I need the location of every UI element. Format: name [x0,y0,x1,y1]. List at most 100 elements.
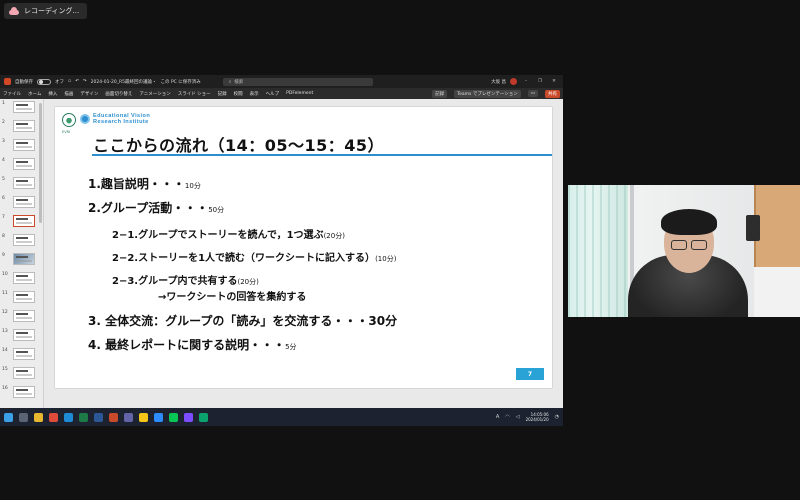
edge-icon[interactable] [64,412,73,422]
slide-thumbnail-active[interactable]: 7 [0,213,43,232]
volume-icon[interactable]: ◁ [516,414,520,420]
agenda-item: 2.グループ活動・・・50分 [88,199,224,216]
redo-icon[interactable]: ↷ [83,79,87,84]
thumbnail-number: 4 [2,158,5,163]
comments-icon[interactable]: ▭ [527,90,538,97]
tab-pdfelement[interactable]: PDFelement [286,91,313,96]
agenda-item-duration: 10分 [184,182,201,190]
tab-draw[interactable]: 描画 [64,91,73,97]
agenda-item-duration: (20分) [237,278,259,286]
thumbnail-number: 1 [2,101,5,106]
thumbnail-number: 13 [2,329,8,334]
slide-thumbnail[interactable]: 2 [0,118,43,137]
powerpoint-icon[interactable] [109,412,118,422]
agenda-item-text: 2.グループ活動・・・ [88,201,209,215]
word-icon[interactable] [94,412,103,422]
thumbnail-image [13,272,35,284]
save-icon[interactable]: ▫ [68,79,71,84]
chrome-icon[interactable] [49,412,58,422]
agenda-item-duration: (20分) [323,232,345,240]
agenda-item-duration: (10分) [375,255,397,263]
user-name[interactable]: 大坂 昌 [491,79,506,85]
thumbnail-number: 14 [2,348,8,353]
search-box[interactable]: ⌕ 検索 [222,77,373,86]
app-icon[interactable] [199,412,208,422]
slide-thumbnail[interactable]: 10 [0,270,43,289]
slide-thumbnail[interactable]: 12 [0,308,43,327]
system-clock[interactable]: 14:05:06 2024/01/20 [526,412,549,422]
slide-canvas[interactable]: EVRI Educational Vision Research Institu… [55,107,552,388]
tab-home[interactable]: ホーム [28,91,41,97]
wooden-door [754,185,800,270]
avatar[interactable] [510,78,517,85]
slide-thumbnail[interactable]: 15 [0,365,43,384]
app-icon[interactable] [184,412,193,422]
tab-file[interactable]: ファイル [3,91,21,97]
tab-review[interactable]: 校閲 [234,91,243,97]
tab-slideshow[interactable]: スライド ショー [178,91,211,97]
save-status[interactable]: この PC に保存済み [161,79,201,85]
slide-thumbnail[interactable]: 8 [0,232,43,251]
slide-thumbnail[interactable]: 9 [0,251,43,270]
thumbnail-number: 11 [2,291,8,296]
teams-icon[interactable] [124,412,133,422]
tab-record[interactable]: 記録 [218,91,227,97]
undo-icon[interactable]: ↶ [75,79,79,84]
share-button[interactable]: 共有 [545,89,560,98]
tab-animations[interactable]: アニメーション [139,91,170,97]
tab-design[interactable]: デザイン [80,91,98,97]
restore-icon[interactable]: ❐ [535,79,545,84]
excel-icon[interactable] [79,412,88,422]
thumbnail-number: 3 [2,139,5,144]
slide-thumbnail[interactable]: 14 [0,346,43,365]
tray-language[interactable]: A [496,414,499,420]
autosave-toggle[interactable] [37,78,51,85]
curtain [568,185,628,317]
title-divider [92,154,552,156]
slide-thumbnail-pane[interactable]: 1 2 3 4 5 6 7 8 9 10 11 12 13 14 15 16 [0,99,44,410]
wifi-icon[interactable]: ◠ [505,414,509,420]
windows-taskbar: A ◠ ◁ 14:05:06 2024/01/20 ◔ [0,408,563,426]
agenda-item-text: 4. 最終レポートに関する説明・・・ [88,338,286,352]
tab-transitions[interactable]: 画面切り替え [105,91,132,97]
agenda-subitem-note: →ワークシートの回答を集約する [158,288,306,303]
title-bar: 自動保存 オフ ▫ ↶ ↷ 2024-01-20_R5最終回の議論・ この PC… [0,75,563,88]
tab-insert[interactable]: 挿入 [48,91,57,97]
slide-thumbnail[interactable]: 6 [0,194,43,213]
thumbnail-scrollbar[interactable] [39,103,42,223]
powerpoint-logo-icon [4,78,11,85]
teams-present-button[interactable]: Teams でプレゼンテーション [454,89,521,98]
line-app-icon[interactable] [169,412,178,422]
slide-thumbnail[interactable]: 5 [0,175,43,194]
cloud-icon [8,7,20,15]
tab-view[interactable]: 表示 [250,91,259,97]
evri-logo-abbr: EVRI [62,130,71,134]
notification-icon[interactable]: ◔ [555,414,559,420]
slide-thumbnail[interactable]: 16 [0,384,43,403]
sticky-notes-icon[interactable] [139,412,148,422]
record-button[interactable]: 記録 [432,89,448,98]
slide-thumbnail[interactable]: 4 [0,156,43,175]
participant-video[interactable] [568,185,800,317]
search-icon: ⌕ [228,79,232,85]
file-explorer-icon[interactable] [34,412,43,422]
recording-indicator[interactable]: レコーディング... [4,3,88,19]
search-icon[interactable] [19,412,28,422]
start-icon[interactable] [4,412,13,422]
file-name[interactable]: 2024-01-20_R5最終回の議論・ [91,79,157,85]
slide-thumbnail[interactable]: 11 [0,289,43,308]
agenda-subitem: 2−2.ストーリーを1人で読む（ワークシートに記入する）(10分) [112,249,396,264]
slide-thumbnail[interactable]: 3 [0,137,43,156]
slide-thumbnail[interactable]: 1 [0,99,43,118]
powerpoint-window: 自動保存 オフ ▫ ↶ ↷ 2024-01-20_R5最終回の議論・ この PC… [0,75,563,426]
slide-thumbnail[interactable]: 13 [0,327,43,346]
thumbnail-image [13,253,35,265]
close-icon[interactable]: ✕ [549,79,559,84]
minimize-icon[interactable]: – [521,79,531,84]
agenda-item: 4. 最終レポートに関する説明・・・5分 [88,336,297,353]
tab-help[interactable]: ヘルプ [266,91,280,97]
agenda-item-duration: 5分 [285,343,297,351]
agenda-item-duration: 50分 [208,206,225,214]
zoom-app-icon[interactable] [154,412,163,422]
thumbnail-image [13,234,35,246]
